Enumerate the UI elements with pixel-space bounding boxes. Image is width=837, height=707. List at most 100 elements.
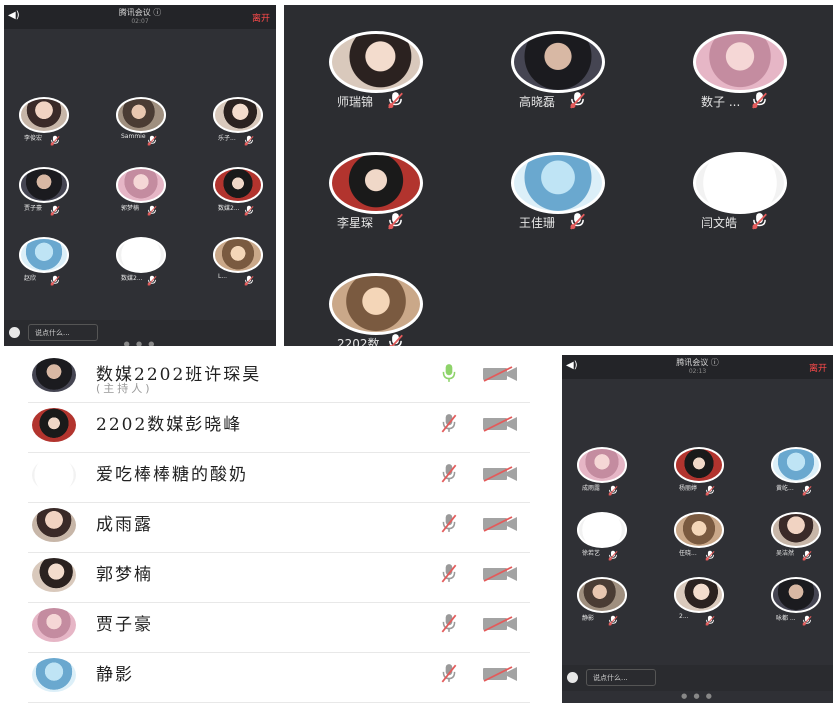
muted-mic-icon [244,201,254,220]
participant-avatar[interactable] [771,447,821,483]
participant-row[interactable]: 数媒2202班许琛昊 (主持人) [28,352,530,403]
participant-name: 郭梦楠 [96,565,153,585]
participant-avatar[interactable] [674,577,724,613]
participant-avatar[interactable] [674,512,724,548]
participant-name: 黄屹... [776,484,794,492]
page-indicator: ● ● ● [123,340,157,346]
participant-row[interactable]: 成雨露 [28,502,530,553]
participant-avatar[interactable] [329,151,423,215]
participant-avatar [32,458,76,492]
muted-mic-icon [147,131,157,150]
muted-mic-icon [387,91,404,113]
meeting-panel-left: ◀) 腾讯会议 ⓘ 02:07 离开 李俊宏 Sammie 乐子... 贾子豪 郭梦楠数… [4,5,276,346]
participant-name: 2... [679,612,689,620]
participant-row[interactable]: 贾子豪 [28,602,530,653]
camera-off-icon[interactable] [482,616,518,636]
participant-avatar[interactable] [19,237,69,273]
participant-avatar[interactable] [577,447,627,483]
camera-off-icon[interactable] [482,416,518,436]
mic-muted-icon[interactable] [441,413,457,437]
camera-off-icon[interactable] [482,566,518,586]
participant-avatar[interactable] [511,151,605,215]
participant-avatar[interactable] [213,97,263,133]
muted-mic-icon [751,212,768,234]
participant-avatar[interactable] [116,97,166,133]
participant-name: 爱吃棒棒糖的酸奶 [96,465,248,485]
participant-name: 徐若艺 [582,549,601,557]
participant-avatar[interactable] [116,167,166,203]
participant-name: 静影 [96,665,134,685]
host-label: (主持人) [96,382,153,395]
participant-name: 李星琛 [337,216,374,231]
participant-name: 吴洁然 [776,549,795,557]
participant-name: 数媒2... [121,274,143,282]
participant-avatar[interactable] [329,272,423,336]
chat-input[interactable]: 说点什么... [586,669,656,686]
leave-button[interactable]: 离开 [809,361,827,374]
muted-mic-icon [802,546,812,565]
participant-avatar[interactable] [19,167,69,203]
participant-name: 成雨露 [582,484,601,492]
meeting-header: ◀) 腾讯会议 ⓘ 02:07 离开 [4,5,276,29]
participant-avatar[interactable] [577,512,627,548]
participant-avatar[interactable] [693,30,787,94]
chat-bar: 说点什么... [562,665,833,691]
muted-mic-icon [569,91,586,113]
participant-name: 贾子豪 [96,615,153,635]
participant-avatar[interactable] [771,577,821,613]
muted-mic-icon [50,131,60,150]
participant-name: 2202数媒彭晓峰 [96,415,243,435]
participant-avatar [32,408,76,442]
participant-name: 数子 ... [701,95,741,110]
participant-row[interactable]: 2202数媒彭晓峰 [28,402,530,453]
meeting-time: 02:13 [688,368,707,375]
muted-mic-icon [50,201,60,220]
camera-off-icon[interactable] [482,366,518,386]
participant-avatar[interactable] [213,237,263,273]
leave-button[interactable]: 离开 [252,11,270,24]
participant-row[interactable]: 静影 [28,652,530,703]
participant-row[interactable]: 郭梦楠 [28,552,530,603]
participant-row[interactable]: 爱吃棒棒糖的酸奶 [28,452,530,503]
participant-avatar[interactable] [674,447,724,483]
emoji-icon[interactable] [567,672,578,683]
mic-muted-icon[interactable] [441,663,457,687]
participant-name: L... [218,272,228,280]
muted-mic-icon [387,212,404,234]
participant-avatar[interactable] [329,30,423,94]
muted-mic-icon [608,481,618,500]
emoji-icon[interactable] [9,327,20,338]
participant-avatar [32,508,76,542]
participant-name: 任晓... [679,549,697,557]
participant-name: 2202数... [337,337,391,346]
mic-muted-icon[interactable] [441,613,457,637]
muted-mic-icon [387,333,404,346]
participant-avatar[interactable] [213,167,263,203]
meeting-title[interactable]: 腾讯会议 ⓘ [562,357,833,368]
mic-muted-icon[interactable] [441,463,457,487]
participant-avatar[interactable] [19,97,69,133]
participant-avatar[interactable] [771,512,821,548]
participant-name: 闫文皓 [701,216,738,231]
participant-name: 贾子豪 [24,204,43,212]
participant-avatar[interactable] [577,577,627,613]
meeting-time: 02:07 [131,18,149,25]
mic-on-icon[interactable] [441,363,457,387]
mic-muted-icon[interactable] [441,563,457,587]
participant-avatar[interactable] [511,30,605,94]
participant-name: 赵欣 [24,274,37,282]
participant-avatar[interactable] [693,151,787,215]
chat-input[interactable]: 说点什么... [28,324,98,341]
participant-name: 静影 [582,614,595,622]
muted-mic-icon [705,481,715,500]
muted-mic-icon [569,212,586,234]
meeting-panel-right: ◀) 腾讯会议 ⓘ 02:13 离开 成雨露 杨丽婷 黄屹... 徐若艺 任晓... 吴洁… [562,355,833,703]
mic-muted-icon[interactable] [441,513,457,537]
participant-name: 数媒2... [218,204,240,212]
camera-off-icon[interactable] [482,666,518,686]
meeting-title[interactable]: 腾讯会议 ⓘ [4,7,276,18]
camera-off-icon[interactable] [482,466,518,486]
meeting-header: ◀) 腾讯会议 ⓘ 02:13 离开 [562,355,833,379]
participant-avatar[interactable] [116,237,166,273]
camera-off-icon[interactable] [482,516,518,536]
